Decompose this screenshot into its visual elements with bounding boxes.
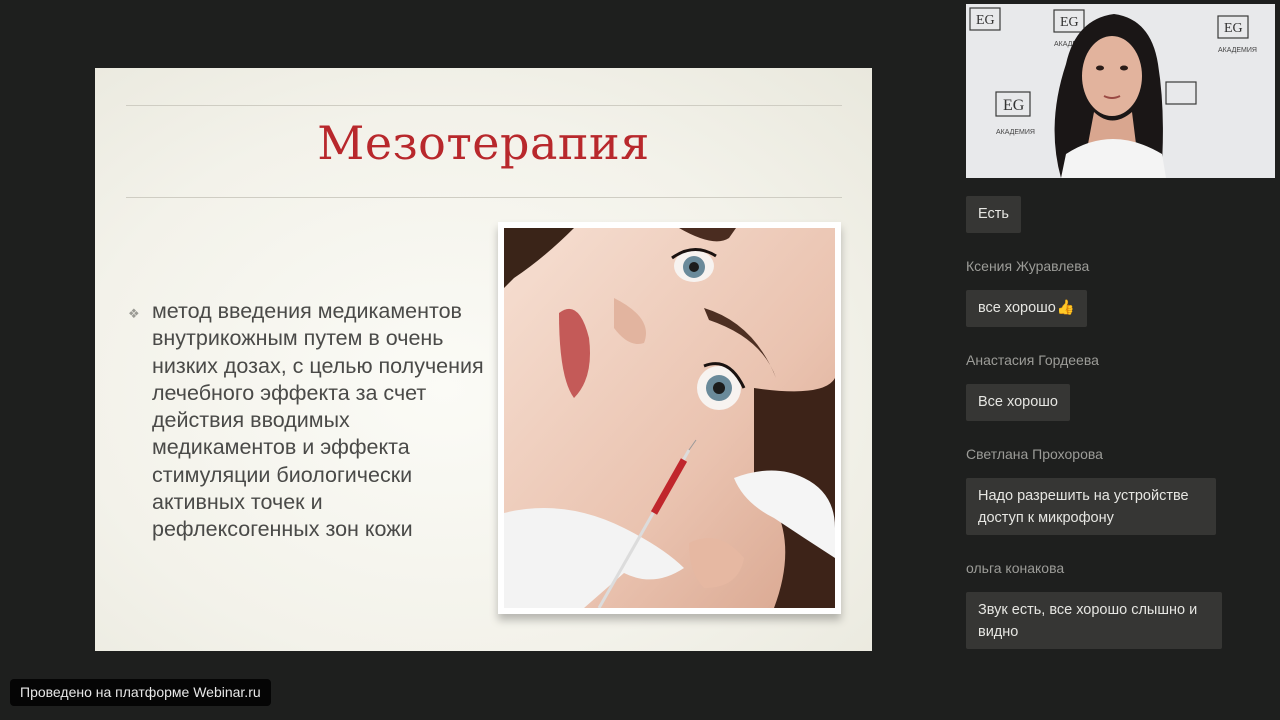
svg-text:EG: EG xyxy=(1224,21,1243,36)
chat-author: Светлана Прохорова xyxy=(966,446,1103,462)
chat-message-text: все хорошо xyxy=(978,300,1056,316)
presenter-video: EG EG EG EG АКАДЕМИЯ АКАДЕМИЯ АКАДЕМИЯ xyxy=(966,4,1275,178)
title-bottom-rule xyxy=(126,197,842,198)
thumbs-up-icon: 👍 xyxy=(1056,300,1075,316)
chat-author: Ксения Журавлева xyxy=(966,258,1090,274)
chat-message: Звук есть, все хорошо слышно и видно xyxy=(966,592,1222,649)
chat-message-text: Есть xyxy=(978,206,1009,222)
slide-photo-frame xyxy=(498,222,841,614)
chat-message: все хорошо👍 xyxy=(966,290,1087,327)
video-logo-text: EG xyxy=(976,13,995,28)
slide-title: Мезотерапия xyxy=(317,116,650,170)
chat-author: ольга конакова xyxy=(966,560,1065,576)
svg-text:EG: EG xyxy=(1060,15,1079,30)
bullet-diamond-icon: ❖ xyxy=(128,306,140,321)
svg-text:EG: EG xyxy=(1003,97,1025,114)
title-top-rule xyxy=(126,105,842,106)
chat-message: Есть xyxy=(966,196,1021,233)
chat-message-text: Все хорошо xyxy=(978,394,1058,410)
mesotherapy-photo xyxy=(504,228,835,608)
chat-message: Все хорошо xyxy=(966,384,1070,421)
svg-text:АКАДЕМИЯ: АКАДЕМИЯ xyxy=(996,129,1035,136)
chat-message-text: Звук есть, все хорошо слышно и видно xyxy=(978,602,1198,640)
chat-author: Анастасия Гордеева xyxy=(966,352,1099,368)
chat-message-text: Надо разрешить на устройстве доступ к ми… xyxy=(978,488,1189,526)
presentation-slide: Мезотерапия ❖ метод введения медикаменто… xyxy=(95,68,872,651)
chat-message: Надо разрешить на устройстве доступ к ми… xyxy=(966,478,1216,535)
webinar-platform-badge[interactable]: Проведено на платформе Webinar.ru xyxy=(10,679,271,706)
svg-text:АКАДЕМИЯ: АКАДЕМИЯ xyxy=(1218,47,1257,54)
slide-bullet-text: метод введения медикаментов внутрикожным… xyxy=(152,299,484,542)
